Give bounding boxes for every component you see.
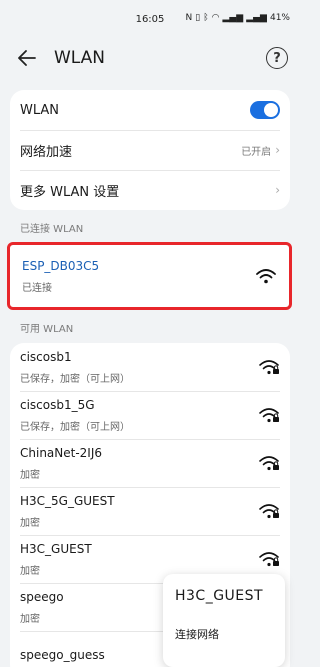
wifi-secured-icon (259, 552, 279, 567)
page-title: WLAN (54, 48, 106, 68)
network-item[interactable]: ciscosb1 已保存，加密（可上网） (10, 343, 290, 391)
status-time: 16:05 (135, 13, 165, 25)
network-info: ciscosb1 已保存，加密（可上网） (20, 350, 258, 385)
wlan-toggle[interactable] (250, 101, 280, 119)
bluetooth-icon: ᛒ (203, 13, 209, 23)
network-item[interactable]: H3C_5G_GUEST 加密 (10, 487, 290, 535)
network-name: H3C_5G_GUEST (20, 493, 115, 508)
wifi-secured-icon (259, 504, 279, 519)
network-name: ciscosb1_5G (20, 397, 95, 412)
battery-level: 41% (269, 13, 290, 23)
status-bar: 16:05 N ▯ ᛒ ◠ ▂▄▆ ▂▄▆ 41% (0, 0, 300, 38)
wifi-secured-icon (259, 408, 279, 423)
wlan-label: WLAN (20, 102, 60, 118)
wifi-icon (256, 269, 276, 284)
network-boost-row[interactable]: 网络加速 已开启 › (10, 130, 290, 170)
network-item[interactable]: ciscosb1_5G 已保存，加密（可上网） (10, 391, 290, 439)
network-popup: H3C_GUEST 连接网络 (163, 574, 285, 667)
network-status: 已保存，加密（可上网） (20, 421, 130, 433)
wifi-status-icon: ◠ (211, 13, 220, 23)
popup-network-name: H3C_GUEST (175, 588, 264, 604)
wlan-toggle-row[interactable]: WLAN (10, 90, 290, 130)
page-header: WLAN ? (0, 38, 300, 78)
more-wlan-settings-label: 更多 WLAN 设置 (20, 184, 120, 200)
network-boost-value: 已开启 (241, 146, 272, 158)
back-arrow-icon (18, 50, 36, 66)
network-status: 加密 (20, 469, 40, 481)
wifi-secured-icon (259, 456, 279, 471)
nfc-icon: N (185, 13, 193, 23)
network-item[interactable]: ChinaNet-2IJ6 加密 (10, 439, 290, 487)
network-info: H3C_5G_GUEST 加密 (20, 494, 258, 529)
network-name: ChinaNet-2IJ6 (20, 445, 103, 460)
more-wlan-settings-row[interactable]: 更多 WLAN 设置 › (10, 170, 290, 210)
network-status: 已保存，加密（可上网） (20, 373, 130, 385)
connected-network-info: ESP_DB03C5 已连接 (22, 259, 255, 294)
vibrate-icon: ▯ (195, 13, 201, 23)
chevron-right-icon: › (275, 183, 280, 197)
network-name: ciscosb1 (20, 349, 72, 364)
signal-icon: ▂▄▆ (222, 13, 244, 23)
connected-section-header: 已连接 WLAN (20, 224, 84, 235)
connected-network-name: ESP_DB03C5 (22, 258, 100, 273)
network-name: H3C_GUEST (20, 541, 92, 556)
connect-network-button[interactable]: 连接网络 (175, 626, 273, 642)
network-info: ChinaNet-2IJ6 加密 (20, 446, 258, 481)
back-button[interactable] (16, 47, 38, 69)
chevron-right-icon: › (275, 143, 280, 157)
wifi-secured-icon (259, 360, 279, 375)
network-info: ciscosb1_5G 已保存，加密（可上网） (20, 398, 258, 433)
network-status: 加密 (20, 517, 40, 529)
connected-network-status: 已连接 (22, 282, 52, 294)
signal-icon-2: ▂▄▆ (246, 13, 267, 23)
network-boost-label: 网络加速 (20, 144, 73, 160)
available-section-header: 可用 WLAN (20, 324, 74, 335)
status-icons: N ▯ ᛒ ◠ ▂▄▆ ▂▄▆ 41% (186, 13, 291, 23)
network-info: H3C_GUEST 加密 (20, 542, 258, 577)
connected-network-item[interactable]: ESP_DB03C5 已连接 (7, 242, 292, 310)
question-icon: ? (273, 50, 281, 66)
settings-card: WLAN 网络加速 已开启 › 更多 WLAN 设置 › (10, 90, 290, 210)
help-button[interactable]: ? (266, 47, 288, 69)
